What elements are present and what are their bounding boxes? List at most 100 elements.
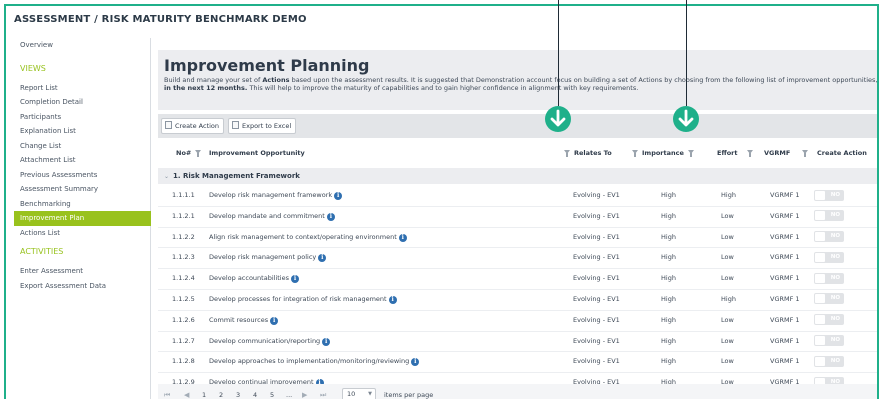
create-action-button[interactable]: Create Action [161, 118, 225, 134]
cell-relates-to: Evolving - EV1 [573, 274, 620, 283]
sidebar-item-assessment-summary[interactable]: Assessment Summary [14, 182, 150, 197]
info-icon[interactable]: i [398, 233, 407, 242]
info-icon[interactable]: i [326, 212, 335, 221]
page-number-5[interactable]: 5 [270, 384, 274, 399]
cell-relates-to: Evolving - EV1 [573, 336, 620, 345]
page-number-3[interactable]: 3 [236, 384, 240, 399]
cell-no: 1.1.2.8 [172, 357, 195, 366]
col-relates-to-header[interactable]: Relates To [560, 142, 612, 164]
sidebar-item-attachment-list[interactable]: Attachment List [14, 153, 150, 168]
chevron-down-icon: ▼ [368, 391, 372, 397]
last-page-button[interactable]: ⏭ [320, 384, 326, 399]
info-icon[interactable]: i [270, 316, 279, 325]
filter-icon[interactable] [687, 150, 694, 157]
page-number-more[interactable]: ... [286, 384, 292, 399]
cell-vgrmf: VGRMF 1 [770, 232, 800, 241]
cell-effort: Low [721, 211, 734, 220]
cell-opportunity: Develop risk management policy i [209, 248, 327, 268]
sidebar: Overview VIEWS Report List Completion Det… [14, 38, 151, 399]
create-action-toggle[interactable]: NO [814, 332, 844, 352]
first-page-button[interactable]: ⏮ [164, 384, 170, 399]
excel-export-icon [232, 121, 239, 129]
cell-effort: High [721, 191, 736, 199]
sidebar-item-report-list[interactable]: Report List [14, 81, 150, 96]
cell-importance: High [661, 191, 676, 199]
create-action-toggle[interactable]: NO [814, 207, 844, 227]
info-icon[interactable]: i [322, 337, 331, 346]
app-title: ASSESSMENT / RISK MATURITY BENCHMARK DEM… [14, 14, 307, 25]
sidebar-item-export-assessment-data[interactable]: Export Assessment Data [14, 279, 150, 294]
col-opportunity-header[interactable]: Improvement Opportunity [209, 142, 305, 164]
create-action-toggle[interactable]: NO [814, 228, 844, 248]
cell-no: 1.1.2.5 [172, 294, 195, 303]
group-row[interactable]: ⌄ 1. Risk Management Framework [158, 168, 877, 184]
info-icon[interactable]: i [334, 192, 343, 200]
sidebar-item-completion-detail[interactable]: Completion Detail [14, 95, 150, 110]
sidebar-item-overview[interactable]: Overview [14, 38, 150, 53]
create-action-toggle[interactable]: NO [814, 290, 844, 310]
table-row[interactable]: 1.1.2.4 Develop accountabilities i Evolving… [158, 269, 877, 290]
document-add-icon [165, 121, 172, 129]
cell-relates-to: Evolving - EV1 [573, 357, 620, 366]
filter-icon[interactable] [195, 150, 202, 157]
filter-icon[interactable] [632, 150, 638, 157]
table-row[interactable]: 1.1.2.8 Develop approaches to implementat… [158, 352, 877, 374]
cell-effort: Low [721, 274, 734, 283]
table-row[interactable]: 1.1.2.1 Develop mandate and commitment i Ev… [158, 207, 877, 228]
create-action-toggle[interactable]: NO [814, 269, 844, 289]
page-number-1[interactable]: 1 [202, 384, 206, 399]
cell-importance: High [661, 336, 676, 345]
table-row[interactable]: 1.1.2.6 Commit resources i Evolving - EV1 Hi… [158, 311, 877, 332]
table-row[interactable]: 1.1.2.3 Develop risk management policy i Ev… [158, 248, 877, 270]
activities-header: ACTIVITIES [20, 247, 64, 256]
collapse-icon[interactable]: ⌄ [164, 173, 169, 180]
info-icon[interactable]: i [318, 254, 327, 263]
table-row[interactable]: 1.1.2.7 Develop communication/reporting i E… [158, 332, 877, 353]
table-row[interactable]: 1.1.1.1 Develop risk management framework… [158, 186, 877, 207]
cell-vgrmf: VGRMF 1 [770, 294, 800, 303]
info-icon[interactable]: i [411, 358, 420, 367]
create-action-toggle[interactable]: NO [814, 186, 844, 206]
filter-icon[interactable] [802, 150, 809, 157]
cell-opportunity: Commit resources i [209, 311, 279, 331]
export-excel-button[interactable]: Export to Excel [228, 118, 297, 134]
col-no-header[interactable]: No# [176, 142, 205, 164]
page-title: Improvement Planning [164, 56, 370, 75]
col-create-action-header[interactable]: Create Action [817, 142, 867, 164]
info-icon[interactable]: i [388, 295, 397, 304]
create-action-toggle[interactable]: NO [814, 352, 844, 372]
cell-effort: Low [721, 232, 734, 241]
prev-page-button[interactable]: ◀ [184, 384, 189, 399]
create-action-toggle[interactable]: NO [814, 311, 844, 331]
cell-importance: High [661, 232, 676, 241]
table-row[interactable]: 1.1.2.2 Align risk management to context/… [158, 228, 877, 249]
sidebar-item-enter-assessment[interactable]: Enter Assessment [14, 264, 150, 279]
filter-icon[interactable] [564, 150, 570, 157]
next-page-button[interactable]: ▶ [302, 384, 307, 399]
table-row[interactable]: 1.1.2.5 Develop processes for integration… [158, 290, 877, 311]
info-icon[interactable]: i [291, 275, 299, 284]
sidebar-item-benchmarking[interactable]: Benchmarking [14, 197, 150, 212]
create-action-toggle[interactable]: NO [814, 248, 844, 268]
page-number-2[interactable]: 2 [219, 384, 223, 399]
sidebar-item-change-list[interactable]: Change List [14, 139, 150, 154]
sidebar-item-previous-assessments[interactable]: Previous Assessments [14, 168, 150, 183]
cell-opportunity: Develop risk management framework i [209, 186, 343, 206]
sidebar-item-improvement-plan[interactable]: Improvement Plan [14, 211, 151, 226]
page-number-4[interactable]: 4 [253, 384, 257, 399]
cell-relates-to: Evolving - EV1 [573, 232, 620, 241]
col-importance-header[interactable]: Importance [628, 142, 698, 164]
cell-vgrmf: VGRMF 1 [770, 253, 800, 262]
sidebar-item-actions-list[interactable]: Actions List [14, 226, 150, 241]
col-vgrmf-header[interactable]: VGRMF [764, 142, 812, 164]
cell-no: 1.1.2.7 [172, 336, 195, 345]
col-effort-header[interactable]: Effort [717, 142, 757, 164]
cell-opportunity: Develop approaches to implementation/mon… [209, 352, 420, 372]
cell-relates-to: Evolving - EV1 [573, 294, 620, 303]
page-size-select[interactable]: 10 ▼ [342, 388, 376, 399]
filter-icon[interactable] [747, 150, 754, 157]
views-header: VIEWS [20, 63, 46, 73]
sidebar-item-participants[interactable]: Participants [14, 110, 150, 125]
cell-importance: High [661, 274, 676, 283]
sidebar-item-explanation-list[interactable]: Explanation List [14, 124, 150, 139]
